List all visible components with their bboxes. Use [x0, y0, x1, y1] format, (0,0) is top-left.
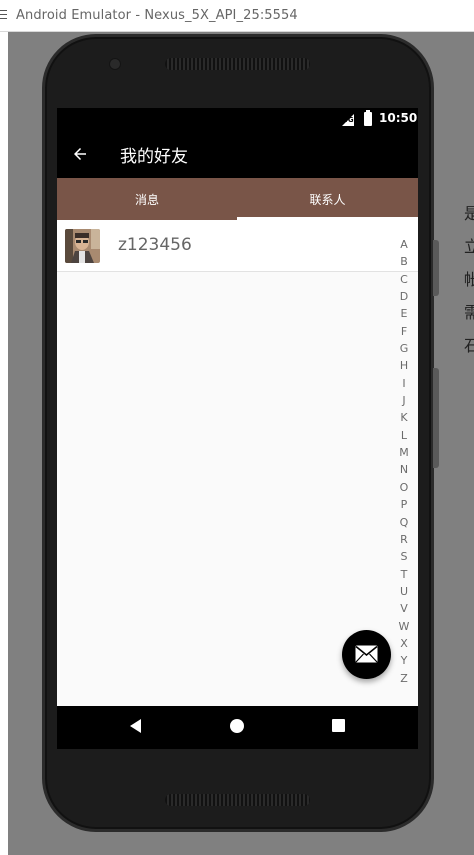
contact-name: z123456	[118, 235, 192, 255]
nav-home-icon[interactable]	[230, 719, 244, 733]
index-letter[interactable]: C	[395, 271, 413, 288]
tab-label: 联系人	[309, 192, 346, 207]
index-letter[interactable]: V	[395, 600, 413, 617]
index-letter[interactable]: L	[395, 427, 413, 444]
status-time: 10:50	[379, 111, 418, 125]
index-letter[interactable]: G	[395, 340, 413, 357]
compose-mail-button[interactable]	[342, 630, 391, 679]
toolbar: 我的好友	[57, 132, 418, 178]
tab-label: 消息	[134, 192, 159, 207]
tab-messages[interactable]: 消息	[57, 178, 237, 220]
battery-icon	[364, 110, 372, 126]
index-letter[interactable]: A	[395, 236, 413, 253]
power-button[interactable]	[433, 240, 439, 296]
user-photo-icon	[65, 229, 100, 263]
index-letter[interactable]: Z	[395, 670, 413, 687]
index-letter[interactable]: Y	[395, 652, 413, 669]
window-title: Android Emulator - Nexus_5X_API_25:5554	[16, 8, 298, 23]
list-item[interactable]: z123456	[57, 220, 418, 272]
index-letter[interactable]: R	[395, 531, 413, 548]
index-letter[interactable]: K	[395, 409, 413, 426]
nav-back-icon[interactable]	[130, 719, 141, 733]
background-document-text: 是 立 帐 需 石	[464, 200, 474, 365]
index-letter[interactable]: B	[395, 253, 413, 270]
alphabet-index[interactable]: A B C D E F G H I J K L M N O P Q R S T …	[395, 236, 413, 687]
index-letter[interactable]: J	[395, 392, 413, 409]
side-text-char: 石	[464, 336, 474, 355]
index-letter[interactable]: W	[395, 618, 413, 635]
index-letter[interactable]: N	[395, 461, 413, 478]
index-letter[interactable]: U	[395, 583, 413, 600]
index-letter[interactable]: O	[395, 479, 413, 496]
index-letter[interactable]: D	[395, 288, 413, 305]
index-letter[interactable]: T	[395, 566, 413, 583]
avatar	[65, 229, 100, 263]
index-letter[interactable]: M	[395, 444, 413, 461]
side-text-char: 帐	[464, 270, 474, 289]
index-letter[interactable]: X	[395, 635, 413, 652]
window-border	[0, 32, 8, 855]
nav-recents-icon[interactable]	[332, 719, 345, 732]
side-text-char: 是	[464, 204, 474, 223]
contact-list: z123456 A B C D E F G H I J K L M N O P …	[57, 220, 418, 706]
side-text-char: 需	[464, 303, 474, 322]
top-speaker	[165, 58, 310, 70]
side-text-char: 立	[464, 237, 474, 256]
network-type: 4G	[343, 116, 354, 124]
index-letter[interactable]: H	[395, 357, 413, 374]
phone-screen: 4G 10:50 我的好友 消息 联系人 z123456 A B C D E F…	[57, 108, 418, 749]
index-letter[interactable]: F	[395, 323, 413, 340]
index-letter[interactable]: E	[395, 305, 413, 322]
index-letter[interactable]: P	[395, 496, 413, 513]
index-letter[interactable]: I	[395, 375, 413, 392]
mail-icon	[355, 645, 378, 663]
index-letter[interactable]: Q	[395, 514, 413, 531]
status-bar: 4G 10:50	[57, 108, 418, 132]
tab-bar: 消息 联系人	[57, 178, 418, 220]
bottom-speaker	[165, 794, 310, 806]
arrow-left-icon[interactable]	[71, 145, 89, 163]
menu-icon[interactable]	[0, 10, 7, 20]
tab-contacts[interactable]: 联系人	[237, 178, 418, 220]
index-letter[interactable]: S	[395, 548, 413, 565]
android-nav-bar	[57, 706, 418, 749]
volume-button[interactable]	[433, 368, 439, 468]
page-title: 我的好友	[120, 147, 188, 167]
front-camera	[109, 58, 121, 70]
emulator-title-bar: Android Emulator - Nexus_5X_API_25:5554	[0, 0, 474, 32]
